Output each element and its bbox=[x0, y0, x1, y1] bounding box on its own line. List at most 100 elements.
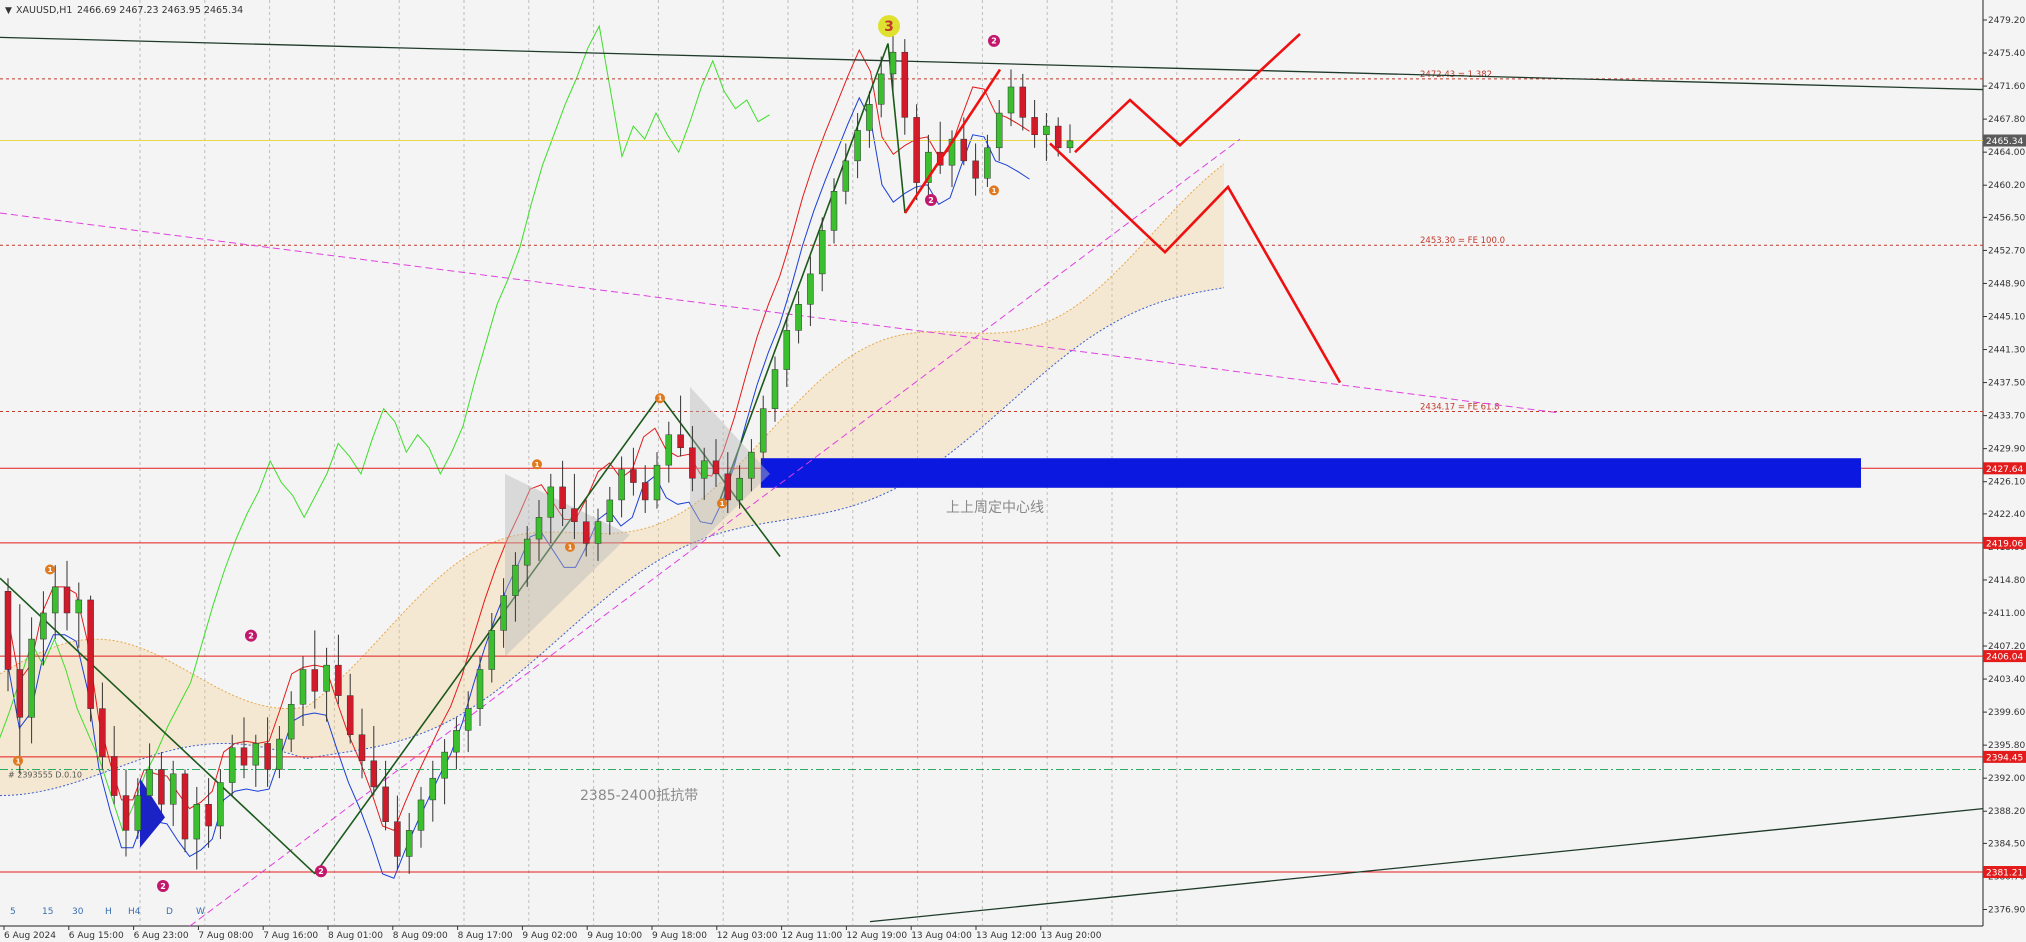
wave-label: 1 bbox=[16, 757, 21, 765]
candle-body bbox=[582, 521, 590, 544]
wave-label: 1 bbox=[535, 461, 540, 469]
x-tick-label: 9 Aug 10:00 bbox=[587, 931, 642, 941]
candle-body bbox=[429, 777, 437, 801]
candle-body bbox=[28, 638, 35, 718]
candle-body bbox=[712, 460, 720, 475]
candle-body bbox=[87, 599, 94, 709]
candle-body bbox=[181, 773, 189, 840]
candle-body bbox=[842, 160, 850, 192]
candle-body bbox=[205, 804, 212, 827]
candle-body bbox=[464, 708, 472, 731]
timeframe-button[interactable]: D bbox=[166, 907, 173, 917]
x-tick-label: 13 Aug 12:00 bbox=[976, 931, 1037, 941]
y-tick-label: 2475.40 bbox=[1988, 49, 2025, 59]
x-tick-label: 13 Aug 04:00 bbox=[911, 931, 972, 941]
y-tick-label: 2399.60 bbox=[1988, 708, 2025, 718]
wave-label: 1 bbox=[568, 543, 573, 551]
candle-body bbox=[311, 669, 319, 692]
timeframe-button[interactable]: 15 bbox=[42, 907, 53, 917]
candle-body bbox=[724, 473, 732, 501]
y-tick-label: 2384.50 bbox=[1988, 839, 2025, 849]
y-tick-label: 2471.60 bbox=[1988, 82, 2025, 92]
candle-body bbox=[795, 304, 802, 331]
candle-body bbox=[854, 130, 861, 162]
candle-body bbox=[877, 73, 885, 105]
candle-body bbox=[901, 51, 909, 118]
wave-label: 2 bbox=[318, 867, 324, 876]
candle-body bbox=[1054, 125, 1062, 149]
chart-header: ▼ XAUUSD,H1 2466.69 2467.23 2463.95 2465… bbox=[5, 5, 243, 16]
candle-body bbox=[110, 756, 118, 796]
candle-body bbox=[158, 769, 165, 805]
y-tick-label: 2441.30 bbox=[1988, 346, 2025, 356]
header-symbol: XAUUSD,H1 bbox=[16, 5, 72, 16]
x-tick-label: 12 Aug 03:00 bbox=[717, 931, 778, 941]
candle-body bbox=[299, 669, 307, 705]
price-tag-label: 2394.45 bbox=[1986, 753, 2023, 763]
annotation-text: 上上周定中心线 bbox=[946, 500, 1044, 516]
candle-body bbox=[169, 773, 177, 805]
candle-body bbox=[476, 669, 484, 709]
wave-label: 2 bbox=[248, 631, 254, 640]
candle-body bbox=[40, 612, 47, 640]
wave-label: 2 bbox=[160, 882, 166, 891]
candle-body bbox=[995, 112, 1003, 149]
candle-body bbox=[571, 508, 578, 522]
wave-label: 1 bbox=[720, 500, 725, 508]
y-tick-label: 2437.50 bbox=[1988, 379, 2025, 389]
candle-body bbox=[771, 369, 779, 409]
candle-body bbox=[807, 273, 814, 305]
candle-body bbox=[276, 738, 283, 770]
y-tick-label: 2414.80 bbox=[1988, 576, 2025, 586]
timeframe-button[interactable]: H4 bbox=[128, 907, 141, 917]
time-axis[interactable]: 6 Aug 2024 6 Aug 15:00 6 Aug 23:00 7 Aug 08… bbox=[3, 926, 1102, 941]
price-chart[interactable]: 2472.43 = 1.3822453.30 = FE 100.02434.17… bbox=[0, 0, 2026, 942]
header-triangle-icon[interactable]: ▼ bbox=[5, 6, 12, 16]
wave-label: 3 bbox=[884, 19, 894, 35]
candle-body bbox=[913, 117, 920, 183]
wave-label: 2 bbox=[928, 196, 934, 205]
candle-body bbox=[453, 730, 460, 753]
x-tick-label: 8 Aug 17:00 bbox=[458, 931, 513, 941]
price-tag-label: 2406.04 bbox=[1986, 653, 2023, 663]
timeframe-button[interactable]: 5 bbox=[10, 907, 16, 917]
candle-body bbox=[547, 486, 555, 518]
price-axis[interactable]: 2479.20 2475.40 2471.60 2467.80 2464.00 2460.… bbox=[1983, 16, 2026, 915]
wave-label: 1 bbox=[992, 187, 997, 195]
candle-body bbox=[405, 830, 413, 857]
candle-body bbox=[523, 538, 531, 566]
y-tick-label: 2445.10 bbox=[1988, 312, 2025, 322]
x-tick-label: 9 Aug 02:00 bbox=[522, 931, 577, 941]
wave-label: 1 bbox=[658, 395, 663, 403]
y-tick-label: 2467.80 bbox=[1988, 115, 2025, 125]
y-tick-label: 2392.00 bbox=[1988, 774, 2025, 784]
timeframe-button[interactable]: H bbox=[105, 907, 112, 917]
candle-body bbox=[700, 460, 708, 479]
candle-body bbox=[594, 521, 602, 544]
candle-body bbox=[335, 664, 342, 696]
x-tick-label: 12 Aug 11:00 bbox=[782, 931, 843, 941]
candle-body bbox=[488, 630, 496, 670]
candle-body bbox=[535, 517, 543, 540]
x-tick-label: 6 Aug 2024 bbox=[4, 931, 56, 941]
candle-body bbox=[1007, 86, 1015, 114]
x-tick-label: 7 Aug 16:00 bbox=[263, 931, 318, 941]
y-tick-label: 2429.90 bbox=[1988, 445, 2025, 455]
y-tick-label: 2452.70 bbox=[1988, 246, 2025, 256]
support-zone bbox=[760, 458, 1861, 488]
candle-body bbox=[759, 408, 767, 453]
timeframe-button[interactable]: 30 bbox=[72, 907, 84, 917]
timeframe-button[interactable]: W bbox=[196, 907, 205, 917]
y-tick-label: 2388.20 bbox=[1988, 807, 2025, 817]
y-tick-label: 2464.00 bbox=[1988, 148, 2025, 158]
fib-small-label: # 2393555 D.0.10 bbox=[8, 770, 82, 779]
candle-body bbox=[500, 595, 507, 631]
candle-body bbox=[1019, 86, 1027, 118]
candle-body bbox=[217, 782, 224, 827]
x-tick-label: 12 Aug 19:00 bbox=[846, 931, 907, 941]
y-tick-label: 2460.20 bbox=[1988, 181, 2025, 191]
candle-body bbox=[866, 104, 873, 131]
candle-body bbox=[972, 160, 979, 179]
candle-body bbox=[240, 747, 248, 766]
x-tick-label: 8 Aug 01:00 bbox=[328, 931, 383, 941]
